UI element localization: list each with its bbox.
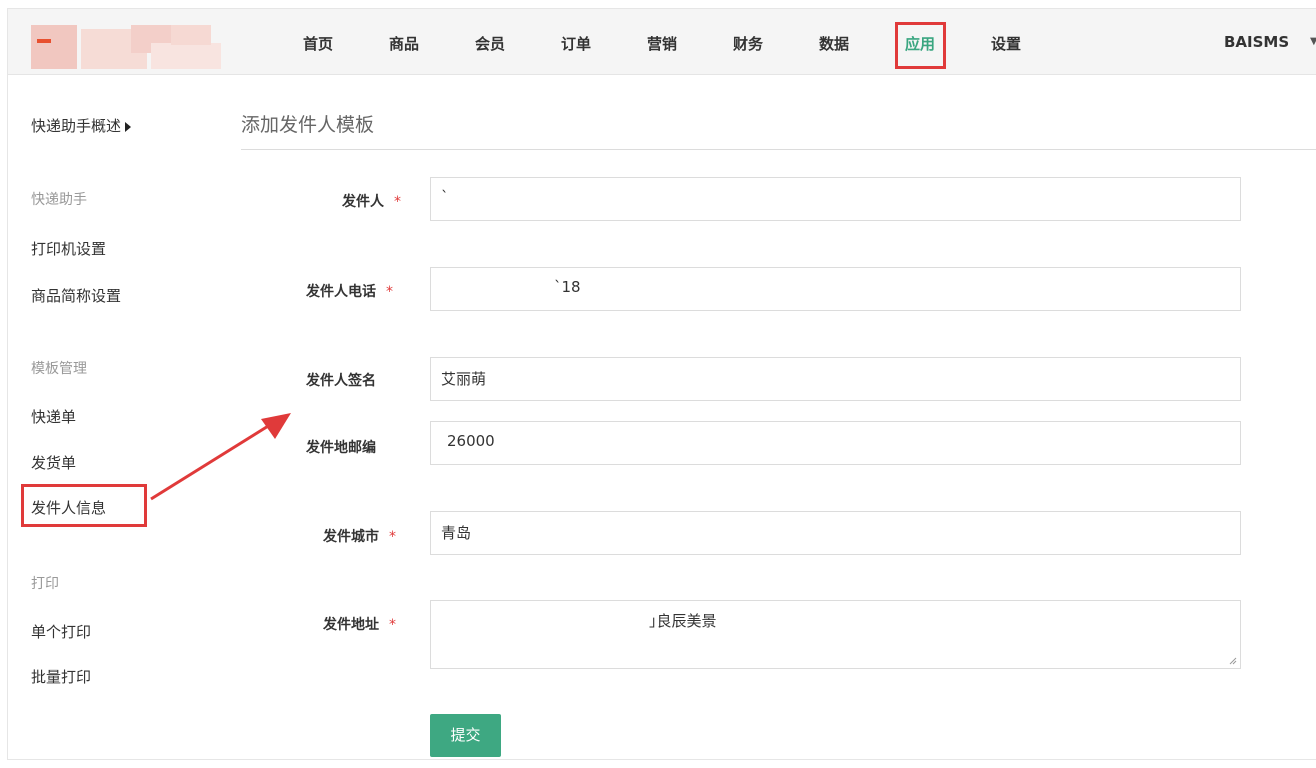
sender-address-text: ｣良辰美景 bbox=[649, 612, 717, 630]
sender-signature-input[interactable]: 艾丽萌 bbox=[430, 357, 1241, 401]
nav-apps-highlight-box bbox=[895, 22, 946, 69]
submit-button[interactable]: 提交 bbox=[430, 714, 501, 757]
sender-name-label: 发件人 * bbox=[342, 194, 401, 210]
annotation-arrow bbox=[150, 413, 291, 501]
nav-members[interactable]: 会员 bbox=[475, 33, 505, 54]
required-mark: * bbox=[386, 284, 393, 300]
page-title: 添加发件人模板 bbox=[241, 114, 375, 136]
nav-orders[interactable]: 订单 bbox=[561, 33, 591, 54]
brand-logo[interactable] bbox=[31, 25, 221, 69]
nav-finance[interactable]: 财务 bbox=[733, 33, 763, 54]
title-divider bbox=[241, 149, 1316, 150]
required-mark: * bbox=[394, 194, 401, 210]
user-menu[interactable]: BAISMS bbox=[1224, 33, 1289, 51]
sidebar-item-invoice[interactable]: 发货单 bbox=[31, 452, 76, 473]
sidebar-group-express: 快递助手 bbox=[31, 192, 87, 208]
sender-signature-label: 发件人签名 bbox=[306, 373, 376, 389]
sidebar-title[interactable]: 快递助手概述 bbox=[31, 115, 132, 136]
sender-postcode-input[interactable]: 26000 bbox=[430, 421, 1241, 465]
sender-city-label: 发件城市 * bbox=[323, 529, 396, 545]
sidebar-title-label: 快递助手概述 bbox=[31, 117, 122, 135]
nav-data[interactable]: 数据 bbox=[819, 33, 849, 54]
required-mark: * bbox=[389, 529, 396, 545]
sender-address-textarea[interactable]: ｣良辰美景 bbox=[430, 600, 1241, 669]
caret-right-icon bbox=[125, 121, 132, 132]
sidebar-item-single-print[interactable]: 单个打印 bbox=[31, 621, 91, 642]
sidebar-group-print: 打印 bbox=[31, 576, 59, 592]
sender-name-input[interactable]: ` bbox=[430, 177, 1241, 221]
sender-info-highlight-box bbox=[21, 484, 147, 527]
sender-address-label: 发件地址 * bbox=[323, 617, 396, 633]
sidebar-item-printer-settings[interactable]: 打印机设置 bbox=[31, 238, 106, 259]
sidebar-item-batch-print[interactable]: 批量打印 bbox=[31, 666, 91, 687]
sender-phone-input[interactable]: `18 bbox=[430, 267, 1241, 311]
sidebar-group-templates: 模板管理 bbox=[31, 361, 87, 377]
nav-settings[interactable]: 设置 bbox=[991, 33, 1021, 54]
resize-grip-icon[interactable] bbox=[1229, 657, 1237, 665]
sender-postcode-label: 发件地邮编 bbox=[306, 440, 376, 456]
sidebar-item-waybill[interactable]: 快递单 bbox=[31, 406, 76, 427]
sender-city-input[interactable]: 青岛 bbox=[430, 511, 1241, 555]
sidebar-item-product-abbr[interactable]: 商品简称设置 bbox=[31, 285, 121, 306]
nav-marketing[interactable]: 营销 bbox=[647, 33, 677, 54]
required-mark: * bbox=[389, 617, 396, 633]
sender-phone-label: 发件人电话 * bbox=[306, 284, 393, 300]
chevron-down-icon[interactable]: ▼ bbox=[1310, 36, 1316, 47]
nav-goods[interactable]: 商品 bbox=[389, 33, 419, 54]
nav-home[interactable]: 首页 bbox=[303, 33, 333, 54]
